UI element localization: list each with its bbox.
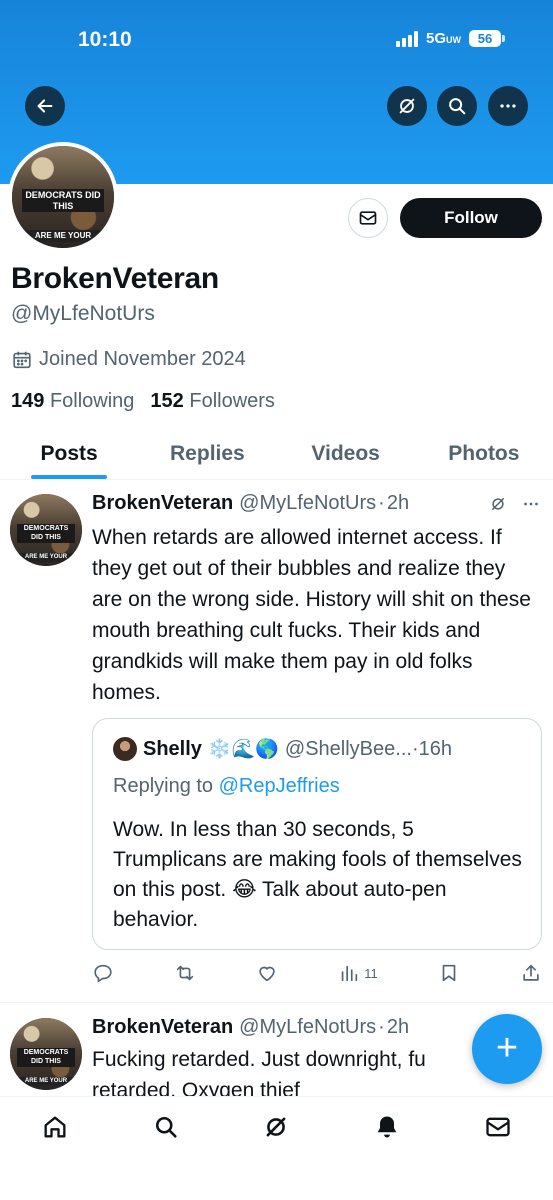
compose-button[interactable]: + bbox=[472, 1014, 542, 1084]
more-icon[interactable] bbox=[521, 494, 541, 514]
reply-icon bbox=[94, 964, 112, 983]
status-indicators: 5GUW 56 bbox=[395, 30, 505, 47]
quote-avatar bbox=[113, 737, 137, 761]
quote-text: Wow. In less than 30 seconds, 5 Trumplic… bbox=[113, 818, 522, 931]
like-button[interactable] bbox=[256, 962, 278, 984]
tweet-author-name[interactable]: BrokenVeteran bbox=[92, 492, 233, 515]
tweet-text: Fucking retarded. Just downright, fu ret… bbox=[92, 1048, 426, 1096]
follow-button[interactable]: Follow bbox=[400, 198, 542, 238]
bookmark-icon bbox=[442, 964, 456, 982]
search-button[interactable] bbox=[437, 86, 477, 126]
nav-messages[interactable] bbox=[478, 1107, 518, 1147]
quote-header: Shelly ❄️🌊🌎 @ShellyBee... · 16h bbox=[113, 737, 452, 761]
tweet-author-handle[interactable]: @MyLfeNotUrs bbox=[239, 492, 376, 515]
signal-icon bbox=[395, 30, 418, 47]
calendar-icon bbox=[13, 351, 31, 368]
bookmark-button[interactable] bbox=[438, 962, 460, 984]
avatar-caption-top: DEMOCRATS DID THIS bbox=[22, 188, 104, 213]
display-name: BrokenVeteran bbox=[11, 262, 219, 295]
tweet[interactable]: DEMOCRATS DID THIS ARE ME YOUR BrokenVet… bbox=[0, 492, 553, 1000]
nav-search[interactable] bbox=[146, 1107, 186, 1147]
followers-link[interactable]: 152 Followers bbox=[150, 390, 275, 413]
repost-button[interactable] bbox=[174, 962, 196, 984]
search-icon bbox=[449, 98, 466, 115]
tweet-text: When retards are allowed internet access… bbox=[92, 526, 531, 704]
repost-icon bbox=[176, 965, 194, 981]
views-button[interactable]: 11 bbox=[338, 962, 378, 984]
tweet-time[interactable]: 2h bbox=[387, 1016, 409, 1039]
quote-author-name: Shelly bbox=[143, 737, 202, 760]
nav-grok[interactable] bbox=[256, 1107, 296, 1147]
tweet-divider bbox=[0, 1002, 553, 1003]
notifications-icon bbox=[377, 1116, 397, 1137]
more-button[interactable] bbox=[488, 86, 528, 126]
grok-icon bbox=[267, 1117, 286, 1136]
messages-icon bbox=[486, 1117, 510, 1136]
tweet-time[interactable]: 2h bbox=[387, 492, 409, 515]
tweet-avatar[interactable]: DEMOCRATS DID THIS ARE ME YOUR bbox=[10, 1018, 82, 1090]
follow-stats: 149 Following 152 Followers bbox=[11, 390, 275, 413]
tab-videos[interactable]: Videos bbox=[277, 428, 415, 479]
tab-posts[interactable]: Posts bbox=[0, 428, 138, 479]
quote-author-emojis: ❄️🌊🌎 bbox=[207, 739, 279, 760]
envelope-icon bbox=[359, 211, 377, 225]
joined-text: Joined November 2024 bbox=[39, 348, 246, 370]
message-button[interactable] bbox=[348, 198, 388, 238]
following-link[interactable]: 149 Following bbox=[11, 390, 134, 413]
arrow-left-icon bbox=[37, 99, 53, 113]
grok-button[interactable] bbox=[387, 86, 427, 126]
heart-icon bbox=[259, 966, 275, 982]
share-icon bbox=[523, 964, 539, 981]
avatar-caption-bottom: ARE ME YOUR bbox=[22, 230, 104, 242]
quote-replying-to: Replying to @RepJeffries bbox=[113, 775, 340, 797]
quoted-tweet[interactable]: Shelly ❄️🌊🌎 @ShellyBee... · 16h Replying… bbox=[92, 718, 542, 950]
tweet[interactable]: DEMOCRATS DID THIS ARE ME YOUR BrokenVet… bbox=[0, 1016, 553, 1096]
battery-level: 56 bbox=[469, 30, 501, 47]
tweet-header: BrokenVeteran @MyLfeNotUrs · 2h bbox=[92, 492, 541, 515]
tweet-author-handle[interactable]: @MyLfeNotUrs bbox=[239, 1016, 376, 1039]
views-count: 11 bbox=[364, 965, 378, 981]
status-time: 10:10 bbox=[78, 28, 132, 51]
quote-time: 16h bbox=[418, 737, 452, 760]
quote-author-handle: @ShellyBee... bbox=[284, 737, 412, 760]
grok-icon bbox=[399, 98, 415, 114]
joined-date: Joined November 2024 bbox=[11, 348, 246, 371]
tweet-avatar[interactable]: DEMOCRATS DID THIS ARE ME YOUR bbox=[10, 494, 82, 566]
nav-home[interactable] bbox=[35, 1107, 75, 1147]
reply-button[interactable] bbox=[92, 962, 114, 984]
tweet-author-name[interactable]: BrokenVeteran bbox=[92, 1016, 233, 1039]
profile-tabs: Posts Replies Videos Photos bbox=[0, 428, 553, 480]
search-icon bbox=[155, 1116, 177, 1138]
bottom-nav bbox=[0, 1096, 553, 1156]
network-type: 5GUW bbox=[425, 30, 461, 47]
back-button[interactable] bbox=[25, 86, 65, 126]
tab-replies[interactable]: Replies bbox=[138, 428, 276, 479]
plus-icon: + bbox=[495, 1026, 519, 1069]
battery-icon: 56 bbox=[469, 30, 505, 47]
views-icon bbox=[342, 965, 358, 982]
profile-avatar[interactable]: DEMOCRATS DID THIS ARE ME YOUR bbox=[8, 142, 118, 252]
home-icon bbox=[44, 1116, 66, 1137]
profile-handle: @MyLfeNotUrs bbox=[11, 302, 155, 325]
tweet-actions: 11 bbox=[92, 962, 542, 984]
nav-notifications[interactable] bbox=[367, 1107, 407, 1147]
more-icon bbox=[500, 104, 516, 108]
share-button[interactable] bbox=[520, 962, 542, 984]
tab-photos[interactable]: Photos bbox=[415, 428, 553, 479]
mention-link[interactable]: @RepJeffries bbox=[219, 775, 340, 797]
grok-icon[interactable] bbox=[489, 495, 507, 513]
